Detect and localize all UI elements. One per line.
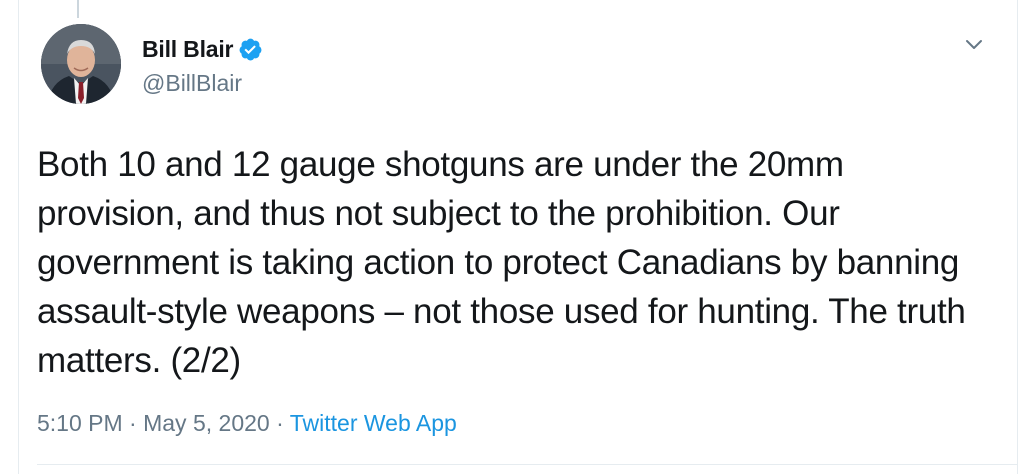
- tweet-text: Both 10 and 12 gauge shotguns are under …: [37, 145, 966, 380]
- avatar-image: [41, 24, 121, 104]
- tweet-time[interactable]: 5:10 PM: [37, 410, 123, 436]
- verified-badge-icon: [238, 37, 263, 62]
- tweet-date[interactable]: May 5, 2020: [143, 410, 270, 436]
- meta-separator: ·: [276, 410, 284, 436]
- author-display-name[interactable]: Bill Blair: [142, 36, 234, 63]
- avatar[interactable]: [41, 24, 121, 104]
- tweet-source-link[interactable]: Twitter Web App: [290, 410, 457, 436]
- tweet-metadata: 5:10 PM · May 5, 2020 · Twitter Web App: [37, 410, 457, 437]
- author-name-row[interactable]: Bill Blair: [142, 36, 263, 63]
- thread-connector-line: [77, 0, 79, 18]
- tweet-card[interactable]: Bill Blair @BillBlair Both 10 and 12 gau…: [18, 0, 1018, 474]
- meta-separator: ·: [129, 410, 137, 436]
- chevron-down-icon[interactable]: [963, 33, 985, 55]
- divider: [37, 464, 1017, 465]
- author-handle[interactable]: @BillBlair: [142, 70, 242, 97]
